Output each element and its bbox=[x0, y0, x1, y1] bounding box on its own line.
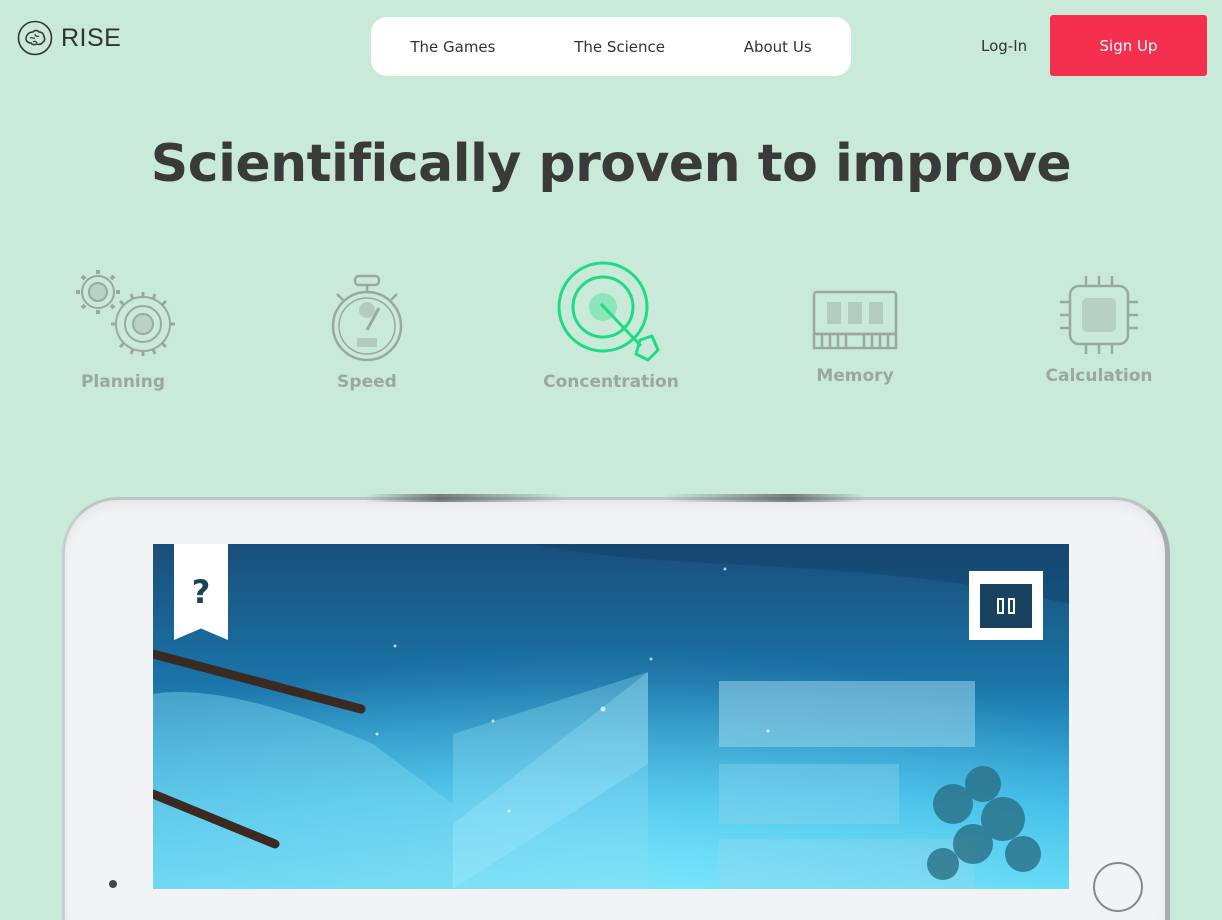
gears-icon bbox=[76, 270, 175, 356]
help-label: ? bbox=[191, 573, 211, 611]
skill-label-concentration: Concentration bbox=[543, 372, 679, 392]
brand-logo[interactable]: RISE bbox=[17, 20, 121, 56]
pause-icon bbox=[980, 583, 1032, 628]
tablet-camera-dot bbox=[109, 880, 117, 888]
main-nav: The Games The Science About Us bbox=[371, 17, 851, 76]
skill-concentration[interactable]: Concentration bbox=[526, 260, 696, 392]
brand-name: RISE bbox=[61, 23, 122, 52]
skill-planning[interactable]: Planning bbox=[63, 266, 183, 392]
stopwatch-icon bbox=[331, 274, 403, 362]
memory-chip-icon bbox=[812, 290, 898, 350]
game-screen[interactable]: ? bbox=[153, 544, 1069, 889]
help-button[interactable]: ? bbox=[174, 544, 228, 640]
nav-the-games[interactable]: The Games bbox=[396, 38, 509, 56]
skill-label-memory: Memory bbox=[816, 366, 894, 386]
tablet-home-button bbox=[1093, 862, 1143, 912]
tablet-edge-shade bbox=[365, 494, 865, 502]
cpu-icon bbox=[1060, 276, 1138, 354]
nav-the-science[interactable]: The Science bbox=[560, 38, 679, 56]
skill-memory[interactable]: Memory bbox=[800, 280, 910, 386]
nav-about-us[interactable]: About Us bbox=[730, 38, 826, 56]
skill-label-speed: Speed bbox=[337, 372, 397, 392]
login-link[interactable]: Log-In bbox=[981, 37, 1027, 55]
pause-button[interactable] bbox=[969, 571, 1043, 640]
skill-label-calculation: Calculation bbox=[1045, 366, 1153, 386]
signup-button[interactable]: Sign Up bbox=[1050, 15, 1207, 76]
brain-icon bbox=[17, 20, 53, 56]
skill-calculation[interactable]: Calculation bbox=[1043, 272, 1155, 386]
target-icon bbox=[557, 261, 660, 362]
hero-headline: Scientifically proven to improve bbox=[150, 134, 1072, 194]
game-scene bbox=[153, 544, 1069, 889]
skill-label-planning: Planning bbox=[80, 372, 166, 392]
skill-speed[interactable]: Speed bbox=[312, 272, 422, 392]
